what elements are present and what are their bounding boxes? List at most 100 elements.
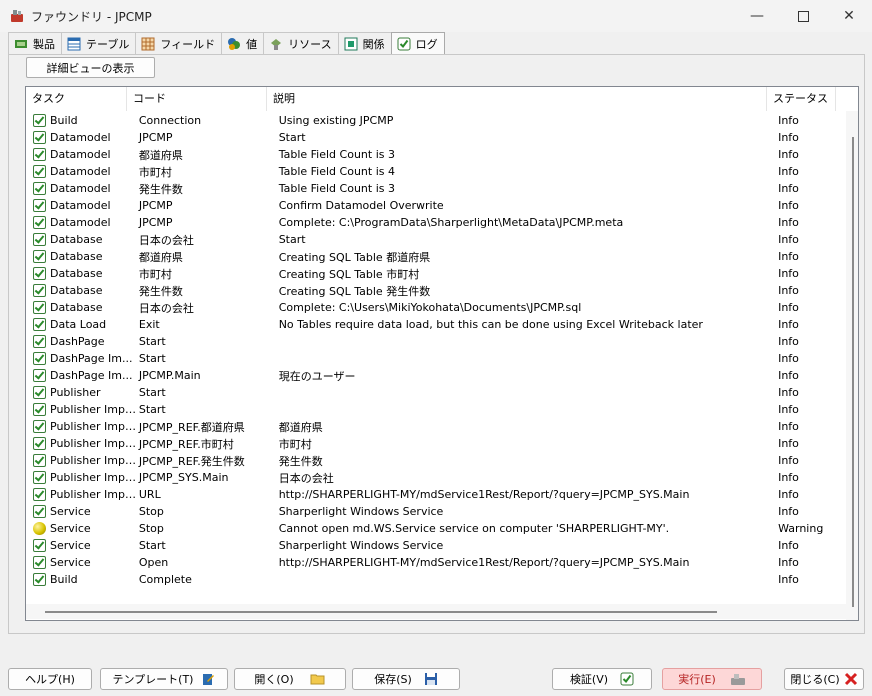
log-row[interactable]: Build Complete Info [26, 571, 846, 588]
log-row[interactable]: Service Stop Cannot open md.WS.Service ser… [26, 520, 846, 537]
task-text: Datamodel [50, 165, 111, 178]
log-row[interactable]: DashPage Im... JPCMP.Main 現在のユーザー Info [26, 367, 846, 384]
log-cell-task: Publisher [26, 386, 139, 399]
log-row[interactable]: Publisher Import JPCMP_REF.都道府県 都道府県 Info [26, 418, 846, 435]
tab-field[interactable]: フィールド [135, 32, 223, 54]
log-cell-code: JPCMP.Main [138, 369, 201, 382]
minimize-button[interactable]: — [734, 0, 780, 32]
checkmark-icon [33, 352, 46, 365]
horizontal-scroll-thumb[interactable] [45, 611, 717, 613]
log-cell-status: Info [778, 454, 799, 467]
tab-log[interactable]: ログ [390, 32, 445, 55]
log-row[interactable]: Service Open http://SHARPERLIGHT-MY/mdServ… [26, 554, 846, 571]
save-button[interactable]: 保存(S) [352, 668, 460, 690]
tab-product[interactable]: 製品 [8, 32, 62, 54]
checkmark-icon [33, 284, 46, 297]
log-row[interactable]: Database 都道府県 Creating SQL Table 都道府県 Info [26, 248, 846, 265]
log-row[interactable]: Datamodel 市町村 Table Field Count is 4 Info [26, 163, 846, 180]
log-cell-description: Creating SQL Table 市町村 [278, 267, 420, 281]
vertical-scrollbar[interactable] [846, 111, 858, 620]
checkmark-icon [33, 148, 46, 161]
log-cell-task: Publisher Import [26, 488, 139, 501]
vertical-scroll-thumb[interactable] [852, 137, 854, 607]
column-header-task[interactable]: タスク [26, 87, 127, 111]
log-row[interactable]: Datamodel JPCMP Confirm Datamodel Overwrit… [26, 197, 846, 214]
log-row[interactable]: Database 日本の会社 Start Info [26, 231, 846, 248]
log-row[interactable]: Publisher Import Start Info [26, 401, 846, 418]
field-icon [141, 37, 155, 50]
tab-resource[interactable]: リソース [263, 32, 339, 54]
detail-view-button[interactable]: 詳細ビューの表示 [26, 57, 155, 78]
tab-relation[interactable]: 関係 [337, 32, 392, 54]
checkmark-icon [33, 335, 46, 348]
column-header-code[interactable]: コード [127, 87, 267, 111]
task-text: Data Load [50, 318, 107, 331]
log-row[interactable]: Publisher Start Info [26, 384, 846, 401]
checkmark-icon [33, 114, 46, 127]
open-button[interactable]: 開く(O) [234, 668, 346, 690]
template-button[interactable]: テンプレート(T) [100, 668, 228, 690]
verify-button[interactable]: 検証(V) [552, 668, 652, 690]
log-row[interactable]: Datamodel 都道府県 Table Field Count is 3 Info [26, 146, 846, 163]
log-cell-description: Confirm Datamodel Overwrite [278, 199, 444, 212]
help-button[interactable]: ヘルプ(H) [8, 668, 92, 690]
log-cell-status: Info [778, 335, 799, 348]
task-text: Publisher Import [50, 454, 139, 467]
tab-label: 関係 [362, 37, 385, 51]
log-row[interactable]: Publisher Import JPCMP_SYS.Main 日本の会社 Info [26, 469, 846, 486]
checkmark-icon [33, 573, 46, 586]
run-button[interactable]: 実行(E) [662, 668, 762, 690]
close-window-button[interactable]: ✕ [826, 0, 872, 32]
log-cell-status: Info [778, 301, 799, 314]
log-cell-code: Start [138, 386, 166, 399]
close-button[interactable]: 閉じる(C) [784, 668, 864, 690]
log-row[interactable]: Datamodel JPCMP Complete: C:\ProgramData\S… [26, 214, 846, 231]
log-cell-description: 発生件数 [278, 454, 323, 468]
tab-table[interactable]: テーブル [61, 32, 137, 54]
open-label: 開く(O) [254, 673, 294, 686]
tab-value[interactable]: 値 [221, 32, 265, 54]
log-cell-status: Info [778, 539, 799, 552]
log-cell-task: DashPage Im... [26, 352, 139, 365]
log-cell-task: Datamodel [26, 148, 139, 161]
log-cell-description: Start [278, 131, 306, 144]
checkmark-icon [33, 369, 46, 382]
minimize-icon: — [750, 8, 764, 24]
log-row[interactable]: Publisher Import JPCMP_REF.市町村 市町村 Info [26, 435, 846, 452]
log-cell-code: 発生件数 [138, 284, 183, 298]
log-row[interactable]: Datamodel JPCMP Start Info [26, 129, 846, 146]
save-icon [424, 673, 437, 685]
log-cell-code: Start [138, 352, 166, 365]
log-row[interactable]: Data Load Exit No Tables require data load… [26, 316, 846, 333]
log-row[interactable]: Build Connection Using existing JPCMP Info [26, 112, 846, 129]
log-cell-task: Publisher Import [26, 403, 139, 416]
log-cell-code: Start [138, 539, 166, 552]
column-header-description[interactable]: 説明 [267, 87, 767, 111]
checkmark-icon [33, 301, 46, 314]
log-cell-task: DashPage [26, 335, 139, 348]
log-row[interactable]: Database 市町村 Creating SQL Table 市町村 Info [26, 265, 846, 282]
log-cell-description: Table Field Count is 3 [278, 148, 395, 161]
log-cell-code: 日本の会社 [138, 233, 194, 247]
log-row[interactable]: DashPage Start Info [26, 333, 846, 350]
log-row[interactable]: Datamodel 発生件数 Table Field Count is 3 Info [26, 180, 846, 197]
task-text: Datamodel [50, 148, 111, 161]
log-list[interactable]: タスク コード 説明 ステータス Build Connection Using ex… [25, 86, 859, 621]
log-cell-status: Info [778, 165, 799, 178]
log-cell-code: Connection [138, 114, 202, 127]
log-row[interactable]: Service Stop Sharperlight Windows Service I… [26, 503, 846, 520]
checkmark-icon [33, 539, 46, 552]
log-cell-code: 市町村 [138, 267, 172, 281]
log-row[interactable]: Publisher Import URL http://SHARPERLIGHT-M… [26, 486, 846, 503]
close-x-icon [844, 672, 857, 686]
horizontal-scrollbar[interactable] [26, 604, 846, 619]
checkmark-icon [33, 471, 46, 484]
maximize-button[interactable] [780, 0, 826, 32]
log-row[interactable]: Publisher Import JPCMP_REF.発生件数 発生件数 Info [26, 452, 846, 469]
log-row[interactable]: Database 日本の会社 Complete: C:\Users\MikiYoko… [26, 299, 846, 316]
log-row[interactable]: DashPage Im... Start Info [26, 350, 846, 367]
log-row[interactable]: Service Start Sharperlight Windows Service… [26, 537, 846, 554]
log-cell-description: Start [278, 233, 306, 246]
log-row[interactable]: Database 発生件数 Creating SQL Table 発生件数 Info [26, 282, 846, 299]
column-header-status[interactable]: ステータス [767, 87, 836, 111]
